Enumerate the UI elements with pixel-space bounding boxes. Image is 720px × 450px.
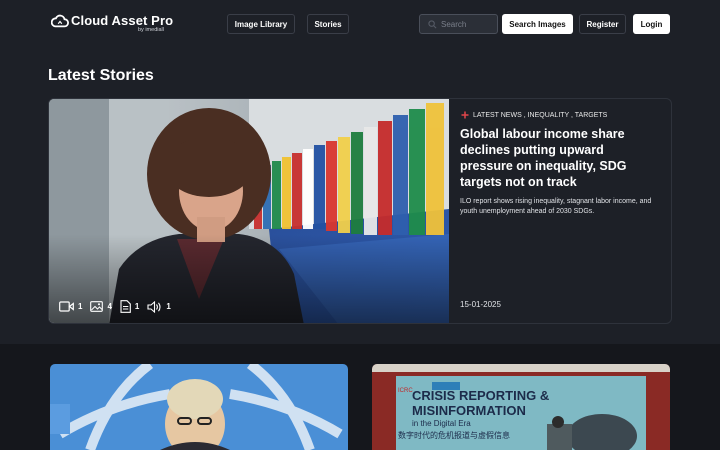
media-counts: 1 4 1 1	[59, 300, 171, 313]
image-count: 4	[90, 300, 112, 313]
register-button[interactable]: Register	[579, 14, 626, 34]
image-icon	[90, 301, 104, 312]
story-card-image[interactable]: CRISIS REPORTING & MISINFORMATION in the…	[372, 364, 670, 450]
logo-title: Cloud Asset Pro	[71, 13, 174, 28]
video-icon	[59, 301, 74, 312]
nav-image-library[interactable]: Image Library	[227, 14, 295, 34]
featured-story-title[interactable]: Global labour income share declines putt…	[460, 126, 660, 190]
audio-count: 1	[147, 300, 171, 313]
story-tags: LATEST NEWS , INEQUALITY , TARGETS	[461, 111, 607, 119]
featured-story-card[interactable]: 1 4 1 1 LATEST NEWS , INEQUALITY , TARGE…	[48, 98, 672, 324]
top-header: Cloud Asset Pro by imediall Image Librar…	[0, 0, 720, 48]
search-icon	[428, 19, 437, 28]
banner-line1: CRISIS REPORTING &	[412, 388, 549, 403]
document-count: 1	[120, 300, 139, 313]
audio-count-value: 1	[166, 302, 171, 311]
cloud-icon	[51, 14, 69, 28]
section-title: Latest Stories	[48, 67, 154, 84]
video-count-value: 1	[78, 302, 83, 311]
banner-line3: in the Digital Era	[412, 419, 471, 428]
document-icon	[120, 300, 131, 313]
banner-chinese: 数字时代的危机报道与虚假信息	[398, 430, 510, 440]
story-card-image[interactable]	[50, 364, 348, 450]
login-button[interactable]: Login	[633, 14, 670, 34]
plus-icon	[461, 111, 469, 119]
search-input[interactable]	[441, 19, 497, 29]
story-card[interactable]	[50, 364, 348, 450]
video-count: 1	[59, 300, 82, 313]
logo[interactable]: Cloud Asset Pro by imediall	[51, 13, 181, 37]
featured-story-date: 15-01-2025	[460, 300, 501, 309]
featured-story-image[interactable]	[49, 99, 449, 324]
image-count-value: 4	[107, 302, 112, 311]
logo-subtitle: by imediall	[138, 27, 164, 33]
icrc-logo-text: ICRC	[398, 388, 413, 394]
document-count-value: 1	[134, 302, 140, 311]
search-field[interactable]	[419, 14, 498, 34]
featured-story-description: ILO report shows rising inequality, stag…	[460, 198, 652, 215]
audio-icon	[147, 300, 161, 313]
story-card[interactable]: CRISIS REPORTING & MISINFORMATION in the…	[372, 364, 670, 450]
banner-line2: MISINFORMATION	[412, 403, 526, 418]
nav-stories[interactable]: Stories	[307, 14, 349, 34]
tags-text[interactable]: LATEST NEWS , INEQUALITY , TARGETS	[473, 112, 607, 119]
search-images-button[interactable]: Search Images	[502, 14, 573, 34]
